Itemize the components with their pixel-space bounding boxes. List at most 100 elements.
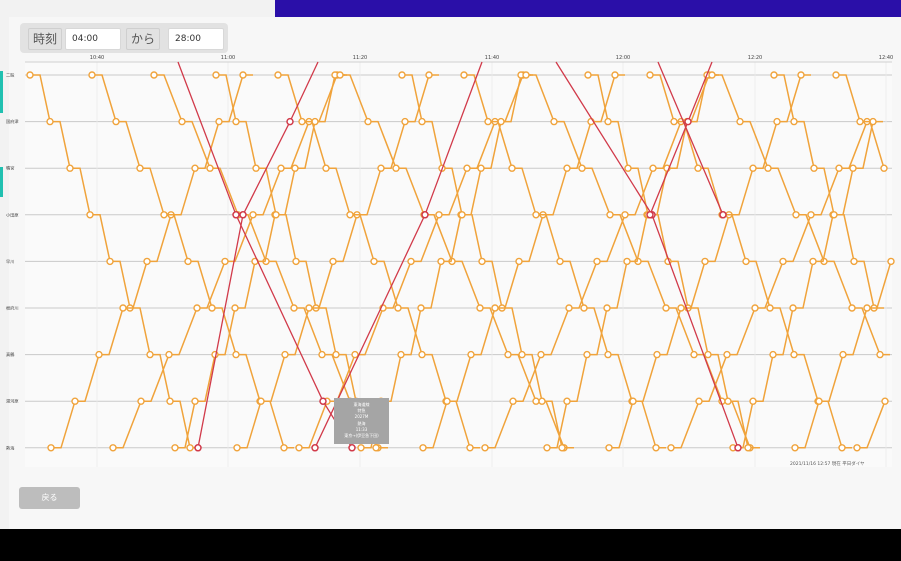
express-stop-marker bbox=[239, 211, 247, 219]
stop-marker bbox=[171, 444, 179, 452]
stop-marker bbox=[112, 117, 120, 126]
express-stop-marker bbox=[646, 211, 654, 219]
stop-marker bbox=[809, 257, 817, 266]
stop-marker bbox=[563, 397, 571, 405]
stop-marker bbox=[239, 71, 247, 79]
stop-marker bbox=[508, 164, 516, 172]
station-label: 国府津 bbox=[6, 118, 19, 125]
stop-marker bbox=[578, 164, 586, 172]
stop-marker bbox=[670, 117, 678, 126]
stop-marker bbox=[106, 257, 114, 266]
station-label: 真鶴 bbox=[6, 351, 14, 358]
express-stop-marker bbox=[421, 211, 429, 219]
stop-marker bbox=[853, 444, 861, 452]
stop-marker bbox=[694, 164, 702, 172]
stop-marker bbox=[136, 164, 144, 172]
train-diagram: 二股国府津鴨宮小田原早川根府川真鶴湯河原熱海 10:40 11:00 11:20 11:… bbox=[6, 55, 895, 467]
express-stop-marker bbox=[319, 397, 327, 405]
stop-marker bbox=[435, 211, 443, 219]
stop-marker bbox=[690, 350, 698, 359]
stop-marker bbox=[208, 304, 216, 312]
stop-marker bbox=[137, 397, 145, 405]
stop-marker bbox=[584, 71, 592, 79]
express-stop-marker bbox=[684, 117, 692, 126]
express-stop-marker bbox=[311, 444, 319, 452]
stop-marker bbox=[425, 71, 433, 79]
stop-marker bbox=[518, 350, 526, 359]
update-timestamp: 2021/11/16 12:57 現在 平日ダイヤ bbox=[790, 462, 865, 467]
stop-marker bbox=[249, 211, 257, 219]
stop-marker bbox=[580, 304, 588, 312]
stop-marker bbox=[277, 164, 285, 172]
stop-marker bbox=[460, 71, 468, 79]
stop-marker bbox=[377, 164, 385, 172]
stop-marker bbox=[298, 117, 306, 126]
station-label: 小田原 bbox=[6, 211, 19, 218]
stop-marker bbox=[372, 444, 380, 452]
stop-marker bbox=[357, 444, 365, 452]
stop-marker bbox=[231, 304, 239, 312]
stop-marker bbox=[839, 350, 847, 359]
stop-marker bbox=[532, 211, 540, 219]
stop-marker bbox=[604, 350, 612, 359]
stop-marker bbox=[443, 397, 451, 405]
stop-marker bbox=[881, 397, 889, 405]
stop-marker bbox=[394, 304, 402, 312]
stop-marker bbox=[467, 350, 475, 359]
back-button[interactable]: 戻る bbox=[19, 487, 80, 509]
time-tick-label: 12:40 bbox=[879, 55, 893, 61]
stop-marker bbox=[623, 257, 631, 266]
stop-marker bbox=[558, 444, 566, 452]
stop-marker bbox=[744, 444, 752, 452]
stop-marker bbox=[305, 304, 313, 312]
station-label: 二股 bbox=[6, 73, 15, 79]
stop-marker bbox=[766, 304, 774, 312]
stop-marker bbox=[863, 304, 871, 312]
plot-area bbox=[25, 62, 892, 467]
time-tick-label: 12:20 bbox=[748, 55, 762, 61]
stop-marker bbox=[797, 71, 805, 79]
stop-marker bbox=[538, 397, 546, 405]
stop-marker bbox=[484, 117, 492, 126]
stop-marker bbox=[850, 257, 858, 266]
time-tick-label: 11:00 bbox=[221, 55, 235, 61]
stop-marker bbox=[332, 350, 340, 359]
stop-marker bbox=[146, 350, 154, 359]
stop-marker bbox=[407, 257, 415, 266]
time-tick-label: 10:40 bbox=[90, 55, 104, 61]
stop-marker bbox=[364, 117, 372, 126]
stop-marker bbox=[274, 71, 282, 79]
stop-marker bbox=[835, 164, 843, 172]
stop-marker bbox=[629, 397, 637, 405]
stop-marker bbox=[46, 117, 54, 126]
stop-marker bbox=[649, 164, 657, 172]
stop-marker bbox=[624, 164, 632, 172]
stop-marker bbox=[397, 350, 405, 359]
stop-marker bbox=[708, 71, 716, 79]
stop-marker bbox=[351, 350, 359, 359]
stop-marker bbox=[290, 304, 298, 312]
stop-marker bbox=[789, 304, 797, 312]
stop-marker bbox=[606, 211, 614, 219]
stop-marker bbox=[849, 164, 857, 172]
stop-marker bbox=[346, 211, 354, 219]
stop-marker bbox=[764, 164, 772, 172]
stop-marker bbox=[550, 117, 558, 126]
stop-marker bbox=[736, 117, 744, 126]
stop-marker bbox=[401, 117, 409, 126]
stop-marker bbox=[26, 71, 34, 79]
stop-marker bbox=[280, 444, 288, 452]
stop-marker bbox=[109, 444, 117, 452]
tooltip-line: 東京→(伊豆急下田) bbox=[344, 433, 379, 439]
stop-marker bbox=[790, 117, 798, 126]
stop-marker bbox=[543, 444, 551, 452]
stop-marker bbox=[509, 397, 517, 405]
time-tick-label: 12:00 bbox=[616, 55, 630, 61]
stop-marker bbox=[322, 164, 330, 172]
stop-marker bbox=[191, 397, 199, 405]
stop-marker bbox=[437, 257, 445, 266]
stop-marker bbox=[537, 350, 545, 359]
stop-marker bbox=[191, 164, 199, 172]
stop-marker bbox=[522, 71, 530, 79]
stop-marker bbox=[206, 164, 214, 172]
